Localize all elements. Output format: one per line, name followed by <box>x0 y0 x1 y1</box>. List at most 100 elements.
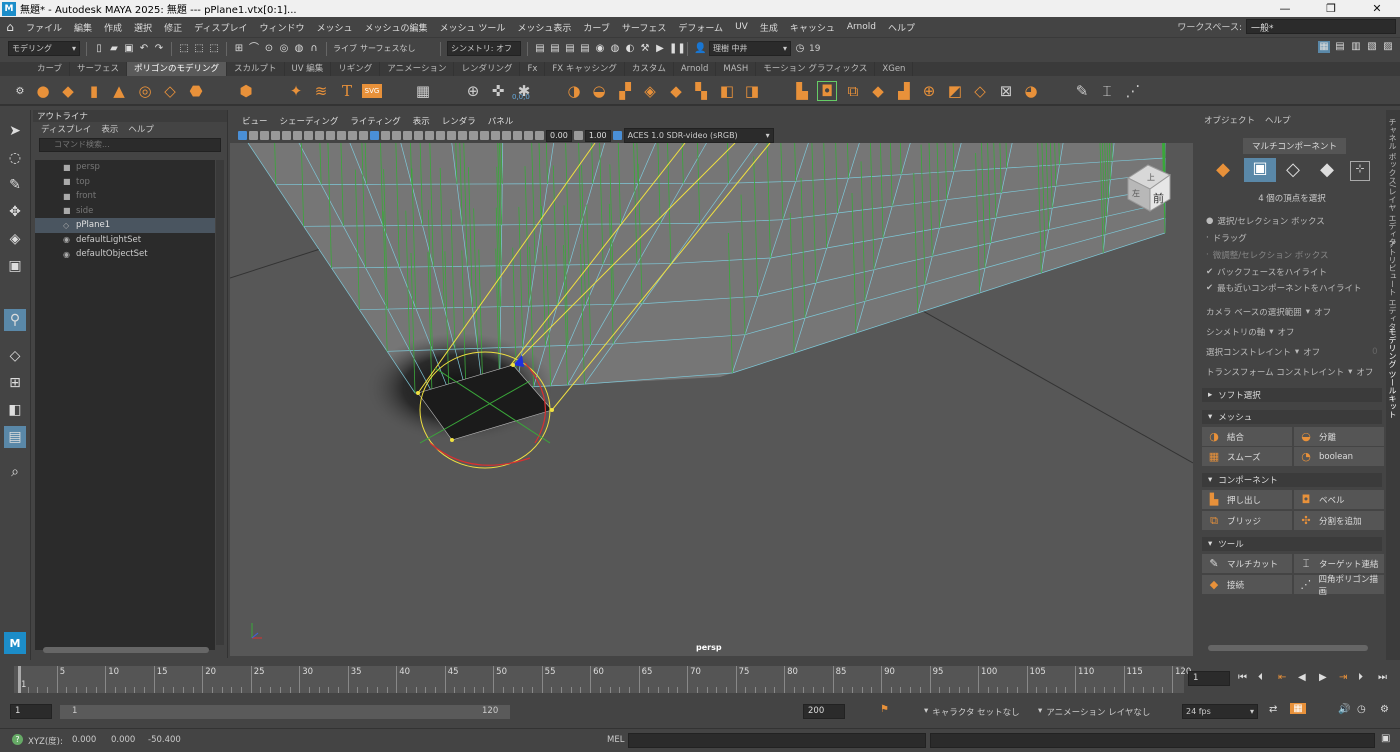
new-scene-icon[interactable]: ▯ <box>93 43 105 55</box>
poly-sphere-icon[interactable]: ● <box>33 81 53 101</box>
animation-prefs-icon[interactable]: ⚙ <box>1380 704 1389 715</box>
menu-select[interactable]: 選択 <box>128 21 158 34</box>
extract-icon[interactable]: ▞ <box>615 81 635 101</box>
component-section-header[interactable]: ▾ コンポーネント <box>1202 473 1382 487</box>
vertex[interactable] <box>450 438 454 442</box>
face-mode-icon[interactable]: ◆ <box>1316 159 1338 181</box>
shelf-tab-motion-graphics[interactable]: モーション グラフィックス <box>756 62 876 76</box>
script-editor-icon[interactable]: ▣ <box>1381 733 1390 744</box>
svg-tool-icon[interactable]: SVG <box>362 84 382 98</box>
render-settings-icon[interactable]: ▤ <box>579 43 591 55</box>
freeze-transform-icon[interactable]: ✜ <box>488 81 508 101</box>
anim-layer-dropdown[interactable]: ▾ アニメーション レイヤなし <box>1038 706 1150 718</box>
home-icon[interactable]: ⌂ <box>0 20 20 34</box>
snap-view-icon[interactable]: ◎ <box>278 43 290 55</box>
play-ipr-icon[interactable]: ▶ <box>654 43 666 55</box>
poly-cube-icon[interactable]: ◆ <box>58 81 78 101</box>
minimize-button[interactable]: — <box>1262 2 1308 15</box>
quad-draw-icon[interactable]: ⋰ <box>1123 81 1143 101</box>
current-time-indicator[interactable] <box>18 666 21 693</box>
shelf-tab-arnold[interactable]: Arnold <box>674 62 717 76</box>
make-hole-icon[interactable]: ⊕ <box>919 81 939 101</box>
scene-canvas[interactable]: 上 左 前 persp <box>230 143 1193 656</box>
live-surface-value[interactable]: サーフェスなし <box>360 43 434 54</box>
outliner-menu-help[interactable]: ヘルプ <box>128 123 154 135</box>
play-backwards-icon[interactable]: ◀ <box>1298 672 1306 683</box>
time-editor-icon[interactable]: ◷ <box>1357 704 1366 715</box>
use-all-lights-icon[interactable] <box>425 131 434 140</box>
menu-generate[interactable]: 生成 <box>754 21 784 34</box>
viewport-menu-lighting[interactable]: ライティング <box>344 115 406 127</box>
xray-joints-icon[interactable] <box>513 131 522 140</box>
object-mode-icon[interactable]: ◆ <box>1212 159 1234 181</box>
snap-surface-icon[interactable]: ◍ <box>293 43 305 55</box>
fps-dropdown[interactable]: 24 fps ▾ <box>1182 704 1258 719</box>
pencil-icon[interactable]: ✎ <box>1072 81 1092 101</box>
shelf-tab-animation[interactable]: アニメーション <box>380 62 455 76</box>
symmetry-dropdown[interactable]: シンメトリ: オフ <box>447 41 521 56</box>
2d-pan-zoom-icon[interactable] <box>271 131 280 140</box>
range-inner-start[interactable]: 1 <box>72 706 77 716</box>
ipr-render-icon[interactable]: ▤ <box>564 43 576 55</box>
step-back-key-icon[interactable]: ⇤ <box>1278 672 1286 683</box>
cache-playback-icon[interactable]: ▦ <box>1290 703 1306 714</box>
tools-section-header[interactable]: ▾ ツール <box>1202 537 1382 551</box>
super-shape-icon[interactable]: ≋ <box>311 81 331 101</box>
open-scene-icon[interactable]: ▰ <box>108 43 120 55</box>
safe-title-icon[interactable] <box>359 131 368 140</box>
menu-mesh-tools[interactable]: メッシュ ツール <box>434 21 512 34</box>
help-icon[interactable]: ? <box>12 734 23 745</box>
command-input[interactable] <box>628 733 926 748</box>
scale-tool-icon[interactable]: ▣ <box>4 255 26 277</box>
bookmark-icon[interactable] <box>249 131 258 140</box>
range-inner-end[interactable]: 120 <box>482 706 498 716</box>
character-set-dropdown[interactable]: ▾ キャラクタ セットなし <box>924 706 1020 718</box>
menu-help[interactable]: ヘルプ <box>882 21 921 34</box>
uv-editor-icon[interactable]: ▦ <box>413 81 433 101</box>
check-backface[interactable]: ✔ バックフェースをハイライト <box>1206 266 1327 278</box>
add-divisions-button[interactable]: ✣ 分割を追加 <box>1294 511 1384 530</box>
vertex[interactable] <box>416 391 420 395</box>
multi-component-button[interactable]: マルチコンポーネント <box>1243 138 1346 154</box>
uv-mode-icon[interactable]: ⊹ <box>1350 161 1370 181</box>
grid-icon[interactable] <box>293 131 302 140</box>
lasso-tool-icon[interactable]: ◌ <box>4 147 26 169</box>
bevel-icon[interactable]: ◘ <box>817 81 837 101</box>
default-material-icon[interactable] <box>392 131 401 140</box>
menu-display[interactable]: ディスプレイ <box>188 21 253 34</box>
bridge-button[interactable]: ⧉ ブリッジ <box>1202 511 1292 530</box>
rotate-manip-x-ring[interactable] <box>429 442 531 466</box>
textured-icon[interactable] <box>414 131 423 140</box>
outliner-item-defaultlightset[interactable]: ◉ defaultLightSet <box>35 233 215 248</box>
shelf-tab-curves[interactable]: カーブ <box>30 62 70 76</box>
outliner-item-defaultobjectset[interactable]: ◉ defaultObjectSet <box>35 247 215 262</box>
poly-cylinder-icon[interactable]: ▮ <box>84 81 104 101</box>
user-account-dropdown[interactable]: 理樹 中井 ▾ <box>709 41 791 56</box>
render-setup-icon[interactable]: ◍ <box>609 43 621 55</box>
append-polygon-icon[interactable]: ◆ <box>868 81 888 101</box>
field-chart-icon[interactable] <box>337 131 346 140</box>
check-nearest[interactable]: ✔ 最も近いコンポーネントをハイライト <box>1206 282 1361 294</box>
shadows-icon[interactable] <box>436 131 445 140</box>
outliner-toggle-icon[interactable]: ▨ <box>1382 41 1394 53</box>
light-editor-icon[interactable]: ◐ <box>624 43 636 55</box>
isolate-select-icon[interactable] <box>491 131 500 140</box>
save-scene-icon[interactable]: ▣ <box>123 43 135 55</box>
tool-settings-toggle-icon[interactable]: ▥ <box>1350 41 1362 53</box>
shelf-tab-surfaces[interactable]: サーフェス <box>70 62 127 76</box>
hypershade-icon[interactable]: ◉ <box>594 43 606 55</box>
vertex[interactable] <box>550 408 554 412</box>
boolean-button[interactable]: ◔ boolean <box>1294 447 1384 466</box>
menu-cache[interactable]: キャッシュ <box>784 21 841 34</box>
outliner-item-front[interactable]: ■ front <box>35 189 215 204</box>
shelf-tab-sculpting[interactable]: スカルプト <box>227 62 285 76</box>
menu-uv[interactable]: UV <box>729 22 754 32</box>
menu-modify[interactable]: 修正 <box>158 21 188 34</box>
viewport-menu-renderer[interactable]: レンダラ <box>436 115 482 127</box>
grease-pencil-icon[interactable] <box>282 131 291 140</box>
xray-components-icon[interactable] <box>524 131 533 140</box>
exposure-field[interactable]: 0.00 <box>546 129 572 142</box>
current-frame-field[interactable]: 1 <box>1188 671 1230 686</box>
toolkit-menu-help[interactable]: ヘルプ <box>1265 114 1291 126</box>
modeling-toolkit-toggle-icon[interactable]: ▦ <box>1318 41 1330 53</box>
